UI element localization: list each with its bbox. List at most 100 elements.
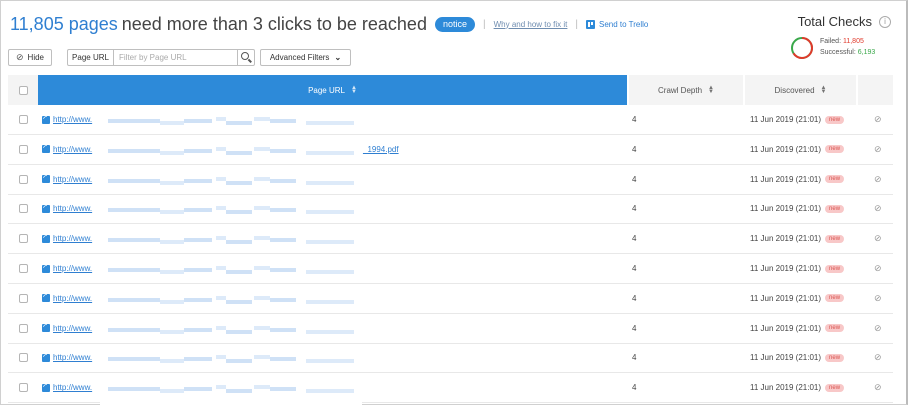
url-cell: http://www.	[42, 343, 92, 372]
page-url-link[interactable]: http://www.	[53, 294, 92, 303]
url-cell: http://www.	[42, 314, 92, 343]
filter-toolbar: ⊘ Hide Page URL Advanced Filters ⌄	[8, 48, 351, 66]
row-checkbox[interactable]	[18, 174, 28, 184]
hide-row-button[interactable]: ⊘	[874, 254, 882, 283]
new-badge: new	[825, 353, 845, 362]
sort-icon: ▲ ▼	[820, 85, 827, 95]
new-badge: new	[825, 324, 845, 333]
external-link-icon[interactable]	[42, 113, 50, 124]
redaction-bar	[108, 357, 160, 362]
url-cell: http://www.	[42, 284, 92, 313]
row-checkbox[interactable]	[18, 353, 28, 363]
hide-row-button[interactable]: ⊘	[874, 284, 882, 313]
crawl-depth-value: 4	[632, 204, 637, 214]
hide-row-button[interactable]: ⊘	[874, 165, 882, 194]
select-all-checkbox[interactable]	[18, 85, 28, 95]
page-url-link[interactable]: http://www.	[53, 324, 92, 333]
page-url-link[interactable]: http://www.	[53, 264, 92, 273]
page-url-link[interactable]: http://www.	[53, 145, 92, 154]
column-header-page-url[interactable]: Page URL ▲ ▼	[38, 75, 627, 105]
row-select-cell	[8, 284, 38, 313]
redaction-bar	[184, 148, 212, 153]
redaction-bar	[270, 119, 296, 123]
row-select-cell	[8, 314, 38, 343]
checks-donut-chart	[791, 37, 813, 59]
redaction-bar	[216, 325, 226, 330]
page-url-link[interactable]: http://www.	[53, 383, 92, 392]
info-icon[interactable]: i	[879, 16, 891, 28]
column-header-discovered[interactable]: Discovered ▲ ▼	[743, 75, 856, 105]
external-link-icon[interactable]	[42, 262, 50, 273]
redaction-bar	[160, 210, 184, 215]
external-link-icon[interactable]	[42, 291, 50, 303]
advanced-filters-button[interactable]: Advanced Filters ⌄	[260, 48, 351, 66]
external-link-icon[interactable]	[42, 381, 50, 392]
hide-row-button[interactable]: ⊘	[874, 224, 882, 253]
page-url-link[interactable]: http://www.	[53, 353, 92, 362]
redaction-bar	[306, 389, 354, 394]
pages-count-link[interactable]: 11,805 pages	[10, 14, 118, 35]
row-checkbox[interactable]	[18, 264, 28, 273]
row-checkbox[interactable]	[18, 293, 28, 303]
redaction-bar	[270, 327, 296, 332]
redaction-bar	[270, 148, 296, 153]
url-cell: http://www.	[42, 254, 92, 283]
hide-row-button[interactable]: ⊘	[874, 314, 882, 343]
send-to-trello-button[interactable]: Send to Trello	[586, 19, 648, 29]
page-url-link[interactable]: http://www.	[53, 115, 92, 124]
hide-row-button[interactable]: ⊘	[874, 135, 882, 164]
filter-field-select[interactable]: Page URL	[67, 48, 114, 66]
table-row: http://www. 4 11 Jun 2019 (21:01) new ⊘	[8, 314, 893, 344]
new-badge: new	[825, 204, 845, 213]
redaction-bar	[160, 180, 184, 185]
redaction-bar	[306, 180, 354, 185]
hide-button[interactable]: ⊘ Hide	[8, 48, 52, 66]
external-link-icon[interactable]	[42, 232, 50, 243]
row-select-cell	[8, 224, 38, 253]
discovered-cell: 11 Jun 2019 (21:01) new	[750, 343, 845, 372]
redaction-bar	[306, 359, 354, 364]
row-checkbox[interactable]	[18, 234, 28, 244]
discovered-date: 11 Jun 2019 (21:01)	[750, 264, 822, 273]
column-header-label: Discovered	[774, 85, 815, 95]
hide-row-button[interactable]: ⊘	[874, 343, 882, 372]
table-header: Page URL ▲ ▼ Crawl Depth ▲ ▼ Discovered ▲ ▼	[8, 75, 893, 105]
external-link-icon[interactable]	[42, 351, 50, 362]
row-checkbox[interactable]	[18, 144, 28, 154]
external-link-icon[interactable]	[42, 172, 50, 184]
redaction-bar	[160, 359, 184, 364]
redaction-bar	[160, 299, 184, 304]
redaction-bar	[108, 297, 160, 302]
external-link-icon[interactable]	[42, 142, 50, 154]
page-url-suffix[interactable]: _1994.pdf	[363, 135, 399, 164]
column-header-crawl-depth[interactable]: Crawl Depth ▲ ▼	[627, 75, 743, 105]
discovered-date: 11 Jun 2019 (21:01)	[750, 293, 822, 303]
url-cell: http://www.	[42, 135, 92, 164]
issues-table: Page URL ▲ ▼ Crawl Depth ▲ ▼ Discovered ▲ ▼…	[8, 75, 893, 404]
row-checkbox[interactable]	[18, 323, 28, 333]
row-checkbox[interactable]	[18, 204, 28, 214]
page-url-link[interactable]: http://www.	[53, 234, 92, 243]
search-icon	[241, 52, 249, 60]
hide-row-button[interactable]: ⊘	[874, 105, 882, 134]
redaction-bar	[160, 150, 184, 155]
filter-url-input[interactable]	[114, 48, 238, 66]
eye-off-icon: ⊘	[874, 382, 882, 393]
row-checkbox[interactable]	[18, 383, 28, 393]
crawl-depth-value: 4	[632, 264, 637, 273]
redaction-bar	[270, 208, 296, 213]
search-button[interactable]	[238, 48, 255, 66]
hide-row-button[interactable]: ⊘	[874, 194, 882, 223]
external-link-icon[interactable]	[42, 321, 50, 333]
row-checkbox[interactable]	[18, 115, 28, 124]
page-url-link[interactable]: http://www.	[53, 175, 92, 184]
notice-badge: notice	[434, 16, 475, 32]
page-url-link[interactable]: http://www.	[53, 204, 92, 213]
redaction-block	[100, 396, 362, 405]
hide-row-button[interactable]: ⊘	[874, 373, 882, 402]
external-link-icon[interactable]	[42, 202, 50, 213]
new-badge: new	[825, 175, 845, 184]
why-and-how-link[interactable]: Why and how to fix it	[494, 20, 568, 29]
separator: |	[482, 18, 486, 30]
crawl-depth-value: 4	[632, 234, 637, 244]
